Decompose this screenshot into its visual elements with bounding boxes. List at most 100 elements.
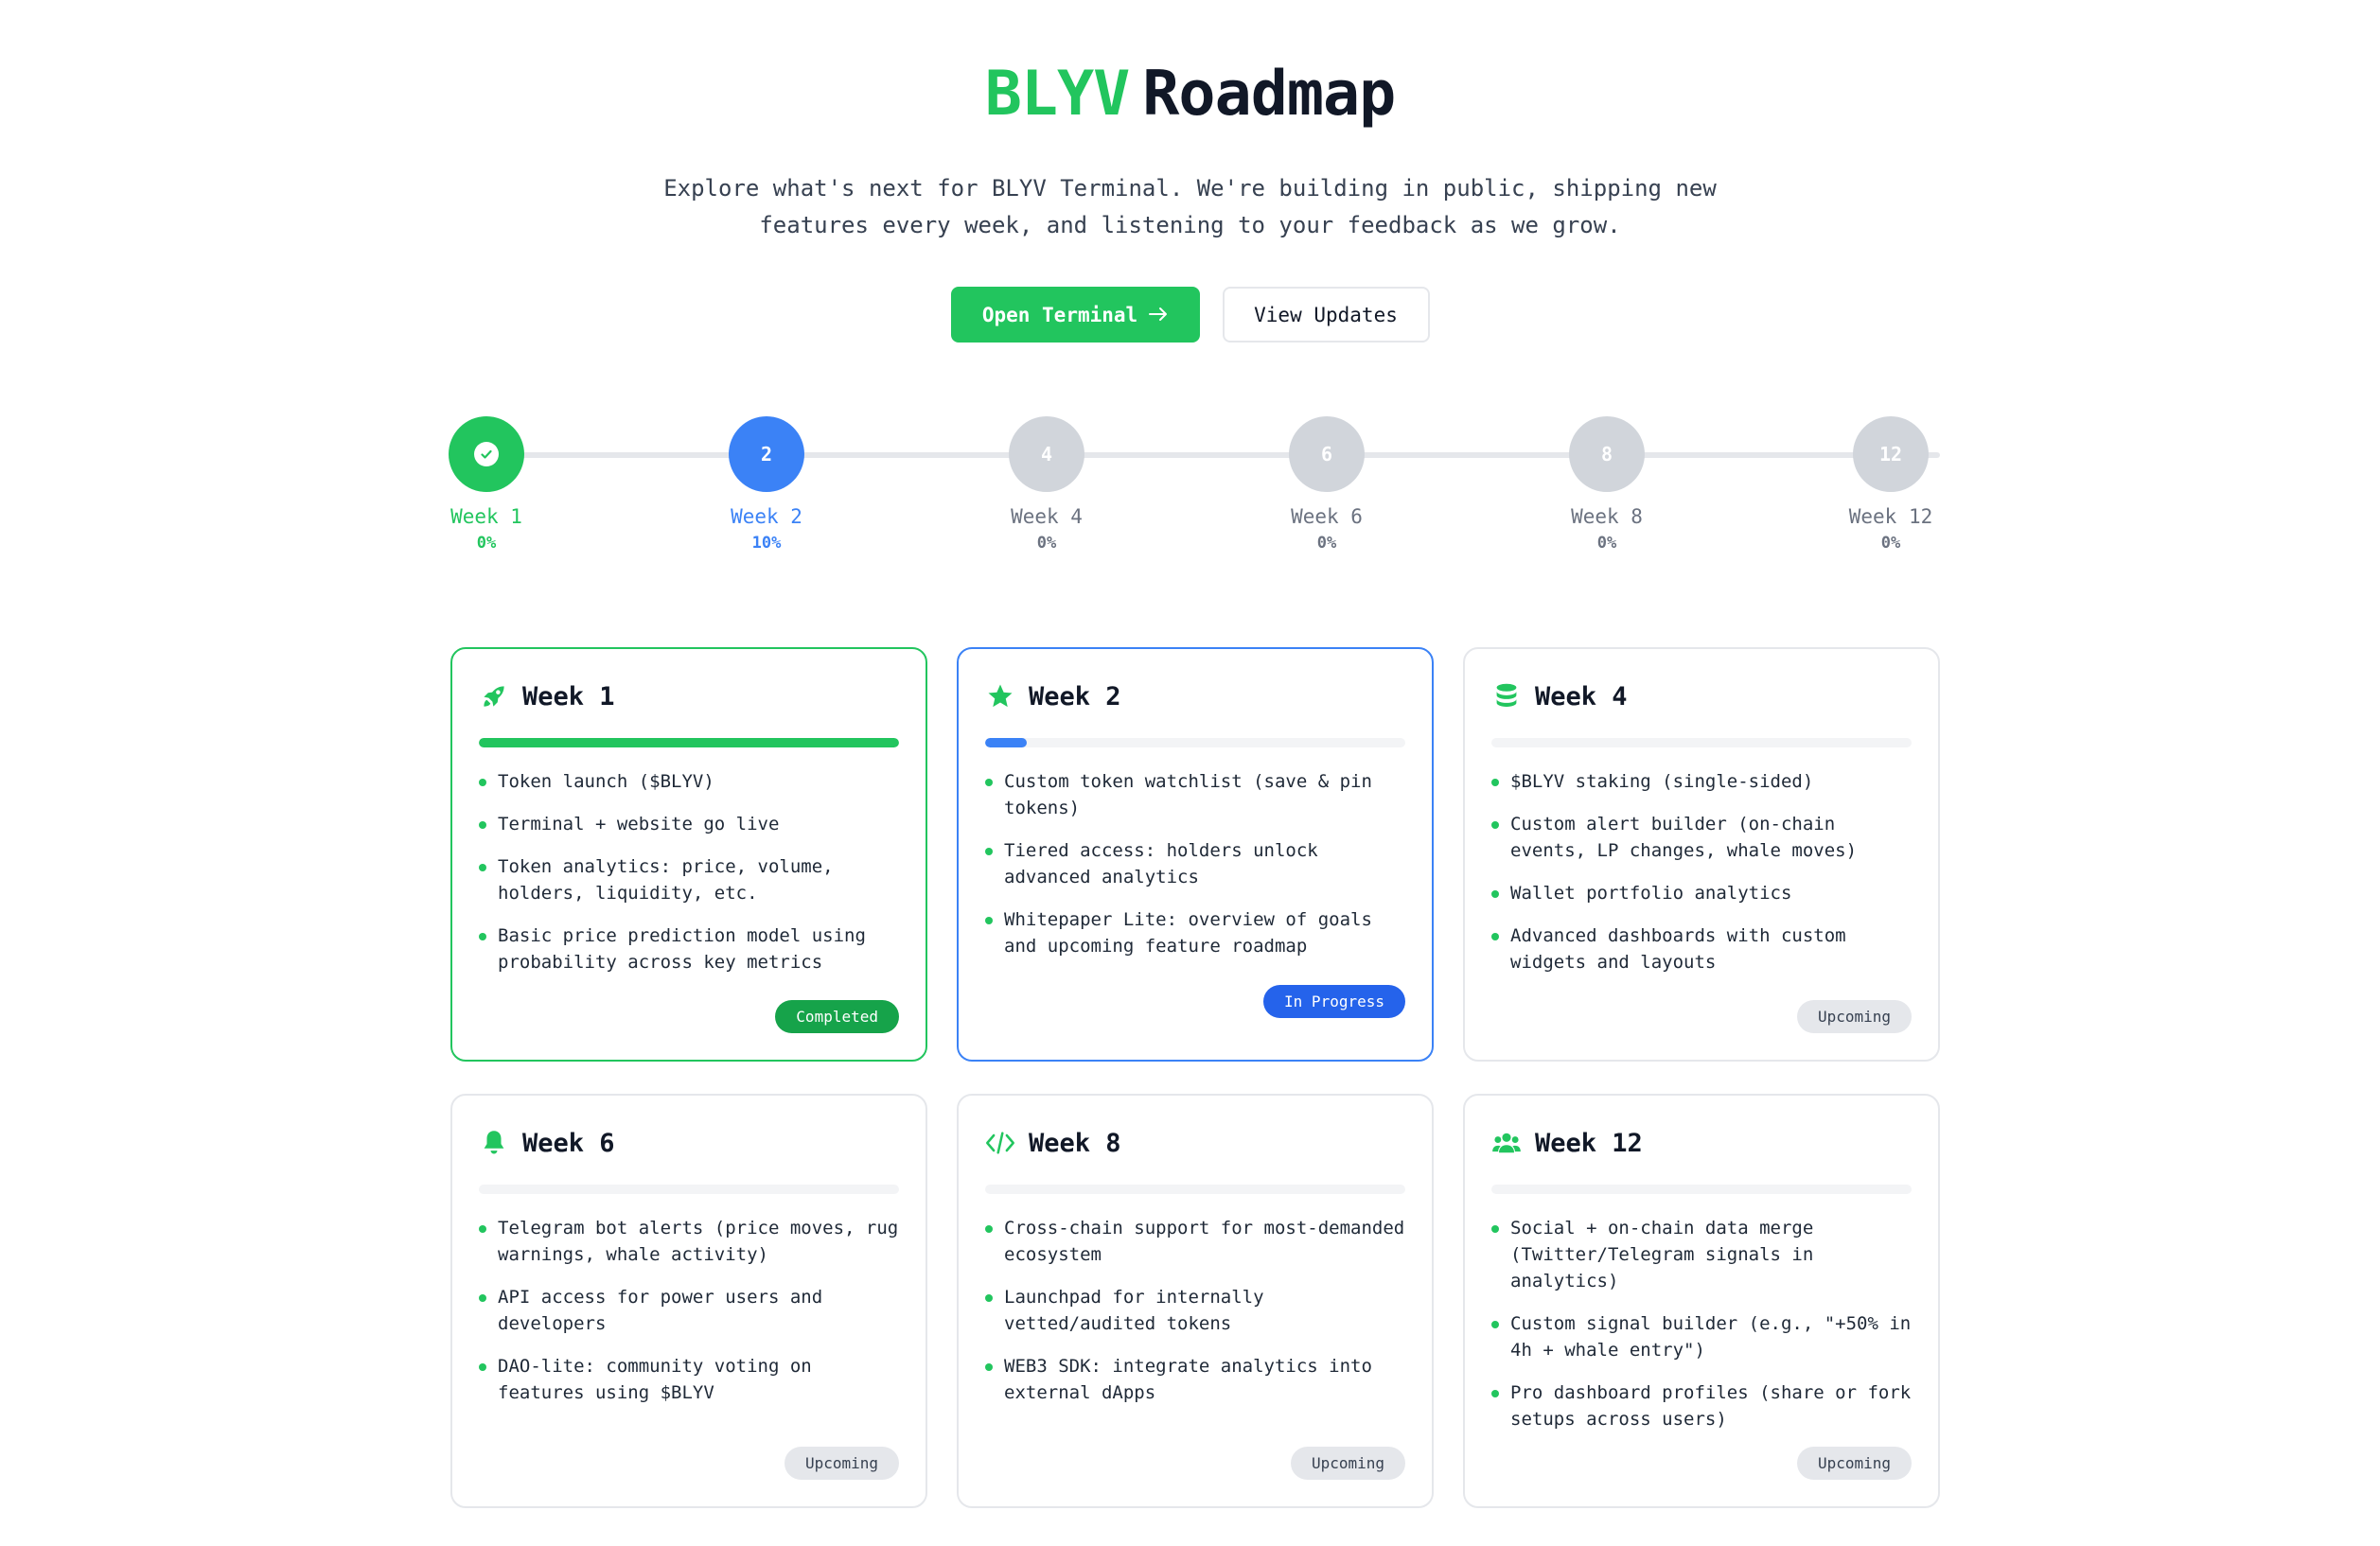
milestone-label: Week 8 [1571, 505, 1643, 528]
progress-bar [985, 738, 1405, 747]
feature-item: Custom signal builder (e.g., "+50% in 4h… [1491, 1310, 1912, 1363]
roadmap-card: Week 1 Token launch ($BLYV) Terminal + web… [450, 647, 927, 1062]
feature-item: Telegram bot alerts (price moves, rug wa… [479, 1215, 899, 1268]
title-text: Roadmap [1142, 59, 1396, 130]
timeline-milestone[interactable]: 2 Week 2 10% [691, 416, 842, 553]
feature-item: Advanced dashboards with custom widgets … [1491, 922, 1912, 975]
milestone-percent: 0% [476, 534, 497, 553]
feature-item: Custom token watchlist (save & pin token… [985, 768, 1405, 821]
timeline-milestone[interactable]: Week 1 0% [411, 416, 562, 553]
feature-item: Basic price prediction model using proba… [479, 922, 899, 975]
card-header: Week 12 [1491, 1122, 1912, 1164]
feature-item: Whitepaper Lite: overview of goals and u… [985, 906, 1405, 959]
milestone-percent: 10% [751, 534, 782, 553]
feature-list: Telegram bot alerts (price moves, rug wa… [479, 1215, 899, 1406]
feature-item: Tiered access: holders unlock advanced a… [985, 837, 1405, 890]
card-title: Week 6 [522, 1128, 615, 1158]
timeline-milestone[interactable]: 6 Week 6 0% [1251, 416, 1402, 553]
page-subtitle: Explore what's next for BLYV Terminal. W… [661, 170, 1720, 244]
milestone-label: Week 6 [1291, 505, 1363, 528]
card-title: Week 4 [1535, 681, 1628, 712]
database-icon [1491, 681, 1522, 712]
milestone-number: 12 [1878, 443, 1903, 466]
feature-item: Launchpad for internally vetted/audited … [985, 1284, 1405, 1337]
timeline: Week 1 0% 2 Week 2 10% 4 Week 4 0% 6 Week 6 0% 8 Wee… [449, 416, 1940, 568]
roadmap-card: Week 2 Custom token watchlist (save & pin… [957, 647, 1434, 1062]
timeline-milestone[interactable]: 12 Week 12 0% [1815, 416, 1966, 553]
arrow-right-icon [1149, 304, 1168, 326]
subtitle-line: features every week, and listening to yo… [759, 212, 1621, 238]
milestone-label: Week 1 [450, 505, 522, 528]
status-badge: Completed [775, 1000, 899, 1033]
milestone-number: 8 [1600, 443, 1613, 466]
milestone-number: 6 [1320, 443, 1333, 466]
progress-fill [479, 738, 899, 747]
feature-item: API access for power users and developer… [479, 1284, 899, 1337]
status-badge: Upcoming [784, 1447, 899, 1480]
card-header: Week 2 [985, 676, 1405, 717]
roadmap-card: Week 12 Social + on-chain data merge (Twi… [1463, 1094, 1940, 1508]
feature-list: $BLYV staking (single-sided) Custom alert… [1491, 768, 1912, 975]
users-icon [1491, 1128, 1522, 1158]
feature-item: Pro dashboard profiles (share or fork se… [1491, 1379, 1912, 1432]
hero-actions: Open Terminal View Updates [0, 287, 2380, 343]
milestone-circle: 12 [1853, 416, 1929, 492]
view-updates-button[interactable]: View Updates [1222, 287, 1430, 343]
rocket-icon [479, 681, 509, 712]
milestone-number: 4 [1040, 443, 1053, 466]
card-title: Week 12 [1535, 1128, 1643, 1158]
milestone-circle: 8 [1569, 416, 1645, 492]
feature-list: Token launch ($BLYV) Terminal + website g… [479, 768, 899, 975]
check-icon [474, 442, 499, 466]
milestone-circle [449, 416, 524, 492]
feature-item: Token analytics: price, volume, holders,… [479, 853, 899, 906]
roadmap-card: Week 4 $BLYV staking (single-sided) Custom… [1463, 647, 1940, 1062]
feature-item: WEB3 SDK: integrate analytics into exter… [985, 1353, 1405, 1406]
feature-item: Wallet portfolio analytics [1491, 880, 1912, 906]
milestone-percent: 0% [1036, 534, 1057, 553]
page-title: BLYV Roadmap [0, 57, 2380, 132]
card-header: Week 1 [479, 676, 899, 717]
star-icon [985, 681, 1015, 712]
milestone-percent: 0% [1316, 534, 1337, 553]
progress-bar [479, 738, 899, 747]
feature-list: Custom token watchlist (save & pin token… [985, 768, 1405, 959]
feature-item: Social + on-chain data merge (Twitter/Te… [1491, 1215, 1912, 1294]
code-icon [985, 1128, 1015, 1158]
open-terminal-label: Open Terminal [981, 303, 1138, 326]
roadmap-card: Week 8 Cross-chain support for most-deman… [957, 1094, 1434, 1508]
feature-item: Custom alert builder (on-chain events, L… [1491, 811, 1912, 864]
feature-item: Cross-chain support for most-demanded ec… [985, 1215, 1405, 1268]
timeline-milestone[interactable]: 4 Week 4 0% [971, 416, 1122, 553]
brand-name: BLYV [984, 59, 1131, 130]
status-badge: Upcoming [1796, 1447, 1912, 1480]
milestone-circle: 2 [729, 416, 804, 492]
feature-list: Cross-chain support for most-demanded ec… [985, 1215, 1405, 1406]
card-header: Week 8 [985, 1122, 1405, 1164]
card-header: Week 4 [1491, 676, 1912, 717]
open-terminal-button[interactable]: Open Terminal [950, 287, 1200, 343]
feature-list: Social + on-chain data merge (Twitter/Te… [1491, 1215, 1912, 1432]
card-title: Week 8 [1029, 1128, 1121, 1158]
timeline-milestone[interactable]: 8 Week 8 0% [1531, 416, 1683, 553]
progress-bar [985, 1185, 1405, 1194]
milestone-percent: 0% [1596, 534, 1617, 553]
roadmap-card: Week 6 Telegram bot alerts (price moves, … [450, 1094, 927, 1508]
card-header: Week 6 [479, 1122, 899, 1164]
milestone-label: Week 2 [731, 505, 802, 528]
feature-item: $BLYV staking (single-sided) [1491, 768, 1912, 795]
feature-item: Terminal + website go live [479, 811, 899, 837]
milestone-label: Week 12 [1848, 505, 1933, 528]
roadmap-cards: Week 1 Token launch ($BLYV) Terminal + web… [450, 647, 1940, 1508]
milestone-number: 2 [760, 443, 773, 466]
milestone-label: Week 4 [1011, 505, 1083, 528]
progress-bar [1491, 1185, 1912, 1194]
subtitle-line: Explore what's next for BLYV Terminal. W… [663, 175, 1717, 202]
milestone-circle: 4 [1009, 416, 1084, 492]
feature-item: Token launch ($BLYV) [479, 768, 899, 795]
milestone-circle: 6 [1289, 416, 1365, 492]
milestone-percent: 0% [1880, 534, 1901, 553]
card-title: Week 1 [522, 681, 615, 712]
progress-fill [985, 738, 1028, 747]
progress-bar [479, 1185, 899, 1194]
